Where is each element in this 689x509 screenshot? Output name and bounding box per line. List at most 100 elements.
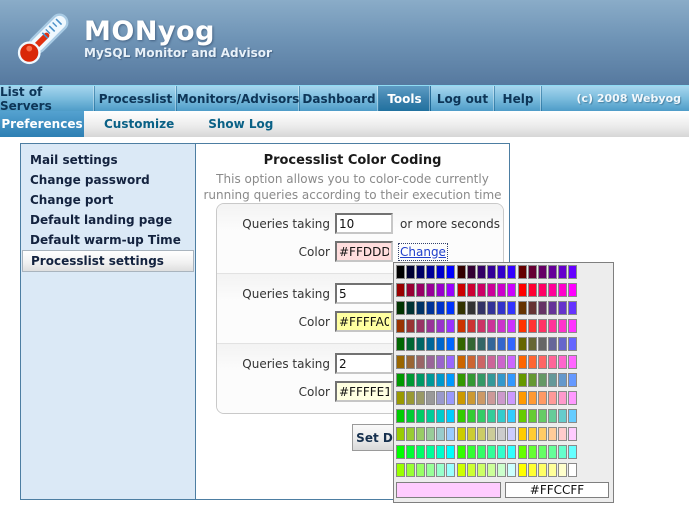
color-swatch[interactable] (487, 319, 496, 333)
color-swatch[interactable] (457, 463, 466, 477)
nav-tab-dashboard[interactable]: Dashboard (300, 86, 379, 111)
color-swatch[interactable] (436, 373, 445, 387)
color-swatch[interactable] (467, 337, 476, 351)
color-swatch[interactable] (426, 265, 435, 279)
color-value-input-0[interactable] (335, 241, 393, 262)
color-swatch[interactable] (497, 463, 506, 477)
color-swatch[interactable] (507, 427, 516, 441)
sidebar-item-processlist-settings[interactable]: Processlist settings (22, 250, 194, 272)
color-swatch[interactable] (406, 409, 415, 423)
color-swatch[interactable] (528, 283, 537, 297)
color-swatch[interactable] (467, 427, 476, 441)
color-swatch[interactable] (538, 283, 547, 297)
color-swatch[interactable] (477, 319, 486, 333)
color-swatch[interactable] (487, 337, 496, 351)
color-swatch[interactable] (426, 319, 435, 333)
color-swatch[interactable] (457, 373, 466, 387)
color-swatch[interactable] (487, 445, 496, 459)
color-swatch[interactable] (528, 427, 537, 441)
color-swatch[interactable] (518, 283, 527, 297)
color-swatch[interactable] (497, 265, 506, 279)
color-swatch[interactable] (446, 355, 455, 369)
color-swatch[interactable] (497, 445, 506, 459)
color-swatch[interactable] (558, 391, 567, 405)
color-swatch[interactable] (396, 319, 405, 333)
color-swatch[interactable] (436, 391, 445, 405)
color-swatch[interactable] (416, 265, 425, 279)
color-swatch[interactable] (426, 409, 435, 423)
seconds-input-1[interactable] (335, 283, 393, 304)
color-swatch[interactable] (457, 391, 466, 405)
sidebar-item-default-landing-page[interactable]: Default landing page (21, 210, 195, 230)
color-swatch[interactable] (487, 265, 496, 279)
color-swatch[interactable] (426, 301, 435, 315)
color-swatch[interactable] (416, 337, 425, 351)
color-swatch[interactable] (507, 283, 516, 297)
color-swatch[interactable] (538, 463, 547, 477)
color-swatch[interactable] (548, 301, 557, 315)
color-swatch[interactable] (457, 427, 466, 441)
color-swatch[interactable] (416, 445, 425, 459)
color-swatch[interactable] (487, 427, 496, 441)
color-swatch[interactable] (457, 265, 466, 279)
color-swatch[interactable] (558, 265, 567, 279)
color-swatch[interactable] (406, 373, 415, 387)
color-swatch[interactable] (446, 337, 455, 351)
color-swatch[interactable] (477, 463, 486, 477)
color-swatch[interactable] (528, 373, 537, 387)
color-swatch[interactable] (487, 409, 496, 423)
color-swatch[interactable] (467, 301, 476, 315)
color-swatch[interactable] (396, 391, 405, 405)
color-value-input-2[interactable] (335, 381, 393, 402)
nav-tab-list-of-servers[interactable]: List of Servers (0, 86, 95, 111)
color-swatch[interactable] (497, 373, 506, 387)
color-swatch[interactable] (568, 265, 577, 279)
color-swatch[interactable] (507, 463, 516, 477)
color-swatch[interactable] (558, 355, 567, 369)
subnav-tab-preferences[interactable]: Preferences (0, 111, 84, 137)
color-swatch[interactable] (497, 301, 506, 315)
color-swatch[interactable] (538, 355, 547, 369)
color-swatch[interactable] (518, 391, 527, 405)
hex-color-input[interactable] (505, 482, 609, 498)
color-swatch[interactable] (548, 355, 557, 369)
color-swatch[interactable] (396, 265, 405, 279)
color-swatch[interactable] (568, 463, 577, 477)
color-swatch[interactable] (518, 463, 527, 477)
nav-tab-help[interactable]: Help (495, 86, 542, 111)
color-swatch[interactable] (548, 337, 557, 351)
color-swatch[interactable] (436, 409, 445, 423)
color-swatch[interactable] (477, 301, 486, 315)
color-value-input-1[interactable] (335, 311, 393, 332)
color-swatch[interactable] (548, 265, 557, 279)
color-swatch[interactable] (467, 445, 476, 459)
color-swatch[interactable] (416, 319, 425, 333)
color-swatch[interactable] (406, 391, 415, 405)
color-swatch[interactable] (446, 283, 455, 297)
color-swatch[interactable] (538, 373, 547, 387)
color-swatch[interactable] (528, 391, 537, 405)
color-swatch[interactable] (538, 427, 547, 441)
color-swatch[interactable] (558, 337, 567, 351)
color-swatch[interactable] (457, 445, 466, 459)
color-swatch[interactable] (528, 319, 537, 333)
color-swatch[interactable] (436, 355, 445, 369)
color-swatch[interactable] (416, 355, 425, 369)
color-swatch[interactable] (457, 355, 466, 369)
color-swatch[interactable] (548, 391, 557, 405)
color-swatch[interactable] (426, 427, 435, 441)
color-swatch[interactable] (426, 337, 435, 351)
color-swatch[interactable] (538, 409, 547, 423)
color-swatch[interactable] (518, 427, 527, 441)
color-swatch[interactable] (497, 391, 506, 405)
color-swatch[interactable] (477, 409, 486, 423)
color-swatch[interactable] (396, 373, 405, 387)
color-swatch[interactable] (507, 337, 516, 351)
color-swatch[interactable] (436, 301, 445, 315)
color-swatch[interactable] (477, 337, 486, 351)
color-swatch[interactable] (477, 445, 486, 459)
color-swatch[interactable] (426, 463, 435, 477)
color-swatch[interactable] (497, 355, 506, 369)
color-swatch[interactable] (446, 373, 455, 387)
color-swatch[interactable] (446, 301, 455, 315)
